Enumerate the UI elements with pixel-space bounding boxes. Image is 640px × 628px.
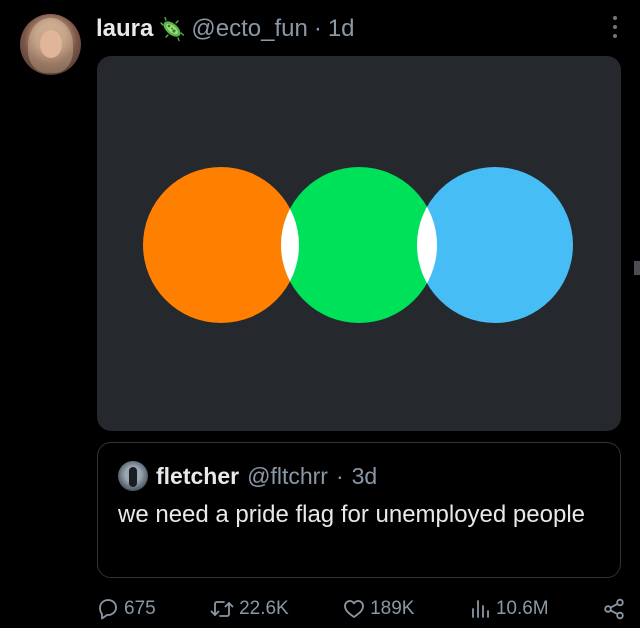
header-separator: · bbox=[313, 15, 322, 42]
quoted-timestamp: 3d bbox=[351, 462, 378, 489]
green-circle bbox=[281, 167, 437, 323]
quoted-display-name: fletcher bbox=[156, 462, 240, 489]
scroll-edge-indicator bbox=[634, 261, 640, 275]
views-count: 10.6M bbox=[495, 598, 549, 619]
more-dot bbox=[613, 16, 617, 20]
orange-circle bbox=[143, 167, 299, 323]
action-bar: 675 22.6K 189K 10.6M bbox=[96, 594, 626, 624]
share-button[interactable] bbox=[602, 597, 626, 621]
repost-count: 22.6K bbox=[239, 598, 289, 619]
quoted-handle: @fltchrr bbox=[247, 462, 328, 489]
avatar-face bbox=[40, 30, 62, 58]
venn-flag-graphic bbox=[143, 167, 573, 323]
share-icon bbox=[604, 598, 624, 620]
more-dot bbox=[613, 34, 617, 38]
heart-icon bbox=[344, 600, 364, 618]
quoted-text: we need a pride flag for unemployed peop… bbox=[118, 501, 585, 528]
author-display-name[interactable]: laura bbox=[96, 15, 153, 43]
post-media-image[interactable] bbox=[97, 56, 621, 431]
post-header: laura @ecto_fun · 1d bbox=[96, 14, 355, 44]
views-button[interactable]: 10.6M bbox=[468, 597, 549, 621]
more-dot bbox=[613, 25, 617, 29]
reply-count: 675 bbox=[124, 598, 156, 619]
post-timestamp[interactable]: 1d bbox=[328, 15, 355, 43]
quoted-header: fletcher @fltchrr · 3d bbox=[118, 461, 377, 491]
repost-icon bbox=[210, 601, 234, 617]
more-options-icon[interactable] bbox=[612, 16, 618, 38]
author-handle[interactable]: @ecto_fun bbox=[191, 15, 307, 43]
like-button[interactable]: 189K bbox=[342, 597, 414, 621]
reply-button[interactable]: 675 bbox=[96, 597, 156, 621]
views-chart-icon bbox=[471, 600, 489, 618]
blue-circle bbox=[417, 167, 573, 323]
reply-icon bbox=[99, 599, 117, 620]
like-count: 189K bbox=[370, 598, 415, 619]
author-avatar[interactable] bbox=[20, 14, 81, 75]
quoted-post[interactable]: fletcher @fltchrr · 3d we need a pride f… bbox=[97, 442, 621, 578]
quoted-author-avatar bbox=[118, 461, 148, 491]
microbe-emoji-icon bbox=[160, 16, 185, 42]
quoted-separator: · bbox=[335, 462, 344, 489]
repost-button[interactable]: 22.6K bbox=[209, 597, 289, 621]
